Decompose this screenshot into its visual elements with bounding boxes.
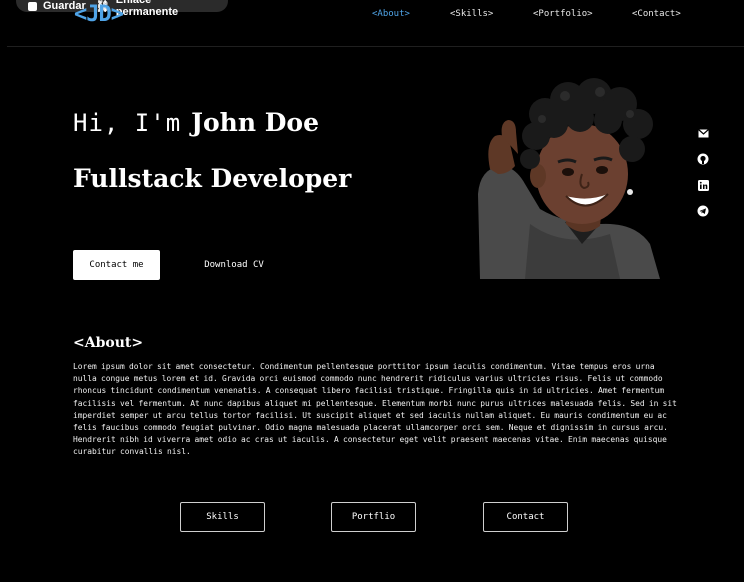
nav-portfolio[interactable]: <Portfolio> — [533, 9, 593, 19]
about-text: Lorem ipsum dolor sit amet consectetur. … — [73, 362, 677, 457]
contact-button[interactable]: Contact — [483, 502, 568, 532]
portfolio-button[interactable]: Portflio — [331, 502, 416, 532]
download-cv-button[interactable]: Download CV — [190, 250, 278, 280]
nav-skills[interactable]: <Skills> — [450, 9, 493, 19]
checkbox-icon — [28, 1, 37, 11]
contact-me-button[interactable]: Contact me — [73, 250, 160, 280]
avatar — [478, 78, 660, 279]
hero-name: John Doe — [191, 108, 319, 137]
linkedin-icon[interactable] — [697, 179, 709, 191]
mail-icon[interactable] — [697, 127, 709, 139]
about-title: <About> — [73, 335, 144, 351]
greeting-prefix: Hi, I'm — [73, 109, 182, 137]
nav-contact[interactable]: <Contact> — [632, 9, 681, 19]
nav-about[interactable]: <About> — [372, 9, 410, 19]
skills-button[interactable]: Skills — [180, 502, 265, 532]
github-icon[interactable] — [697, 153, 709, 165]
hero-role: Fullstack Developer — [73, 164, 352, 193]
header-divider — [7, 46, 744, 47]
hero-greeting: Hi, I'm John Doe — [73, 108, 319, 137]
logo[interactable]: <JD> — [74, 2, 124, 27]
telegram-icon[interactable] — [697, 205, 709, 217]
